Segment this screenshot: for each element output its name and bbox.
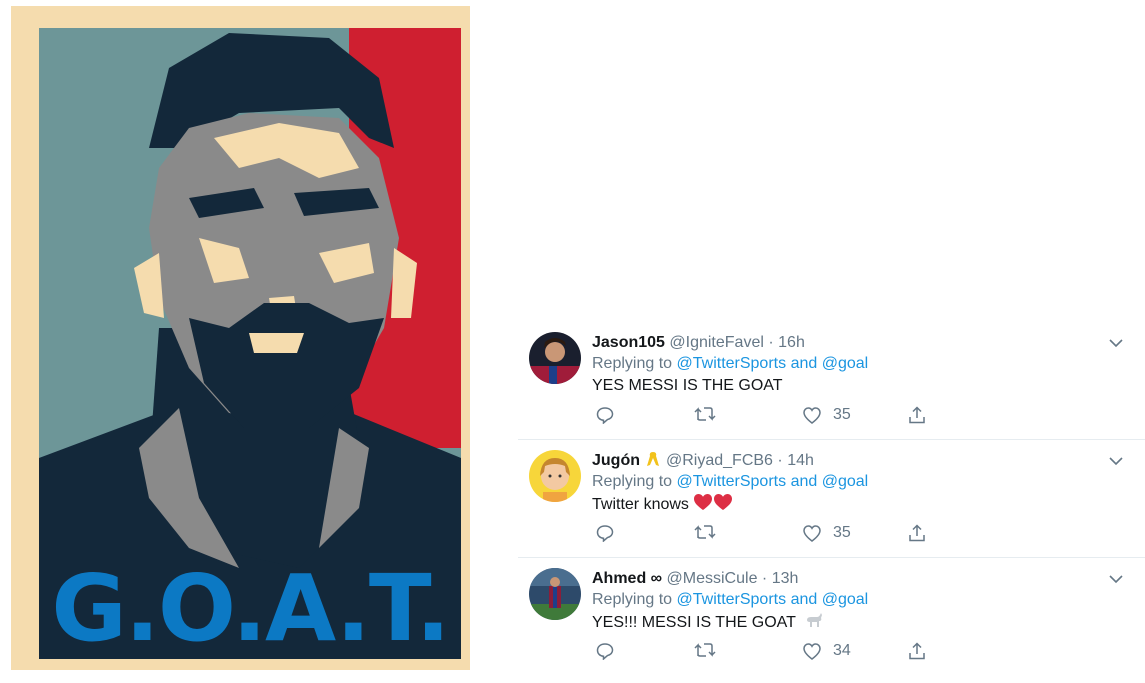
- replying-to: Replying to @TwitterSports and @goal: [592, 353, 1145, 375]
- chevron-down-icon[interactable]: [1109, 456, 1123, 466]
- replying-to-label: Replying to: [592, 591, 673, 608]
- tweet-text-row: Twitter knows: [592, 493, 1145, 516]
- goat-emoji-icon: [807, 613, 823, 627]
- retweet-button[interactable]: [694, 524, 716, 540]
- like-count: 35: [833, 406, 851, 423]
- avatar[interactable]: [529, 568, 581, 620]
- like-button[interactable]: 35: [803, 524, 851, 542]
- timestamp[interactable]: 14h: [787, 452, 814, 469]
- tweet-replies-feed: Jason105 @IgniteFavel · 16h Replying to …: [518, 322, 1145, 675]
- heart-icon: [803, 524, 821, 542]
- tweet-header: Jugón @Riyad_FCB6 · 14h: [592, 450, 1145, 471]
- red-hearts-emoji-icon: [694, 494, 733, 510]
- tweet-header: Jason105 @IgniteFavel · 16h: [592, 332, 1145, 353]
- share-icon: [909, 642, 925, 660]
- retweet-button[interactable]: [694, 642, 716, 658]
- replying-to: Replying to @TwitterSports and @goal: [592, 589, 1145, 611]
- tweet-actions: 34: [592, 642, 952, 664]
- tweet[interactable]: Jugón @Riyad_FCB6 · 14h Replying to @Twit…: [518, 440, 1145, 558]
- like-count: 35: [833, 524, 851, 541]
- mention-and[interactable]: and: [791, 355, 818, 372]
- avatar-cartoon-boy-icon: [529, 450, 581, 502]
- chevron-down-icon[interactable]: [1109, 574, 1123, 584]
- reply-icon: [596, 643, 614, 660]
- replying-to-label: Replying to: [592, 355, 673, 372]
- separator: ·: [777, 452, 783, 469]
- yellow-ribbon-icon: [647, 452, 659, 466]
- mention-link[interactable]: @goal: [822, 591, 869, 608]
- share-button[interactable]: [908, 642, 926, 660]
- mention-and[interactable]: and: [791, 591, 818, 608]
- avatar[interactable]: [529, 450, 581, 502]
- like-button[interactable]: 34: [803, 642, 851, 660]
- user-handle[interactable]: @IgniteFavel: [669, 334, 764, 351]
- avatar-player-photo-icon: [529, 332, 581, 384]
- display-name[interactable]: Jason105: [592, 334, 665, 351]
- tweet-header: Ahmed ∞ @MessiCule · 13h: [592, 568, 1145, 589]
- avatar-stadium-photo-icon: [529, 568, 581, 620]
- retweet-icon: [694, 407, 716, 421]
- retweet-icon: [694, 643, 716, 657]
- tweet-text-row: YES!!! MESSI IS THE GOAT: [592, 611, 1145, 634]
- heart-icon: [803, 406, 821, 424]
- separator: ·: [761, 570, 768, 587]
- mention-link[interactable]: @TwitterSports: [677, 591, 787, 608]
- reply-button[interactable]: [596, 406, 614, 424]
- avatar[interactable]: [529, 332, 581, 384]
- display-name[interactable]: Ahmed ∞: [592, 570, 662, 587]
- heart-icon: [803, 642, 821, 660]
- reply-icon: [596, 407, 614, 424]
- retweet-icon: [694, 525, 716, 539]
- timestamp[interactable]: 13h: [772, 570, 799, 587]
- like-count: 34: [833, 642, 851, 659]
- replying-to-label: Replying to: [592, 473, 673, 490]
- user-handle[interactable]: @MessiCule: [667, 570, 758, 587]
- share-button[interactable]: [908, 524, 926, 542]
- tweet-actions: 35: [592, 524, 952, 546]
- user-handle[interactable]: @Riyad_FCB6: [666, 452, 773, 469]
- tweet-text: YES MESSI IS THE GOAT: [592, 377, 783, 394]
- timestamp[interactable]: 16h: [778, 334, 805, 351]
- retweet-button[interactable]: [694, 406, 716, 422]
- mention-link[interactable]: @goal: [822, 355, 869, 372]
- share-button[interactable]: [908, 406, 926, 424]
- goat-poster: G.O.A.T.: [11, 6, 470, 670]
- mention-and[interactable]: and: [791, 473, 818, 490]
- tweet-actions: 35: [592, 406, 952, 428]
- reply-button[interactable]: [596, 524, 614, 542]
- display-name[interactable]: Jugón: [592, 452, 640, 469]
- tweet[interactable]: Ahmed ∞ @MessiCule · 13h Replying to @Tw…: [518, 558, 1145, 675]
- share-icon: [909, 406, 925, 424]
- replying-to: Replying to @TwitterSports and @goal: [592, 471, 1145, 493]
- tweet[interactable]: Jason105 @IgniteFavel · 16h Replying to …: [518, 322, 1145, 440]
- mention-link[interactable]: @goal: [822, 473, 869, 490]
- poster-headline: G.O.A.T.: [51, 555, 450, 662]
- mention-link[interactable]: @TwitterSports: [677, 473, 787, 490]
- tweet-text: YES!!! MESSI IS THE GOAT: [592, 614, 796, 631]
- chevron-down-icon[interactable]: [1109, 338, 1123, 348]
- share-icon: [909, 524, 925, 542]
- reply-button[interactable]: [596, 642, 614, 660]
- tweet-text: Twitter knows: [592, 496, 689, 513]
- like-button[interactable]: 35: [803, 406, 851, 424]
- separator: ·: [768, 334, 774, 351]
- mention-link[interactable]: @TwitterSports: [677, 355, 787, 372]
- reply-icon: [596, 525, 614, 542]
